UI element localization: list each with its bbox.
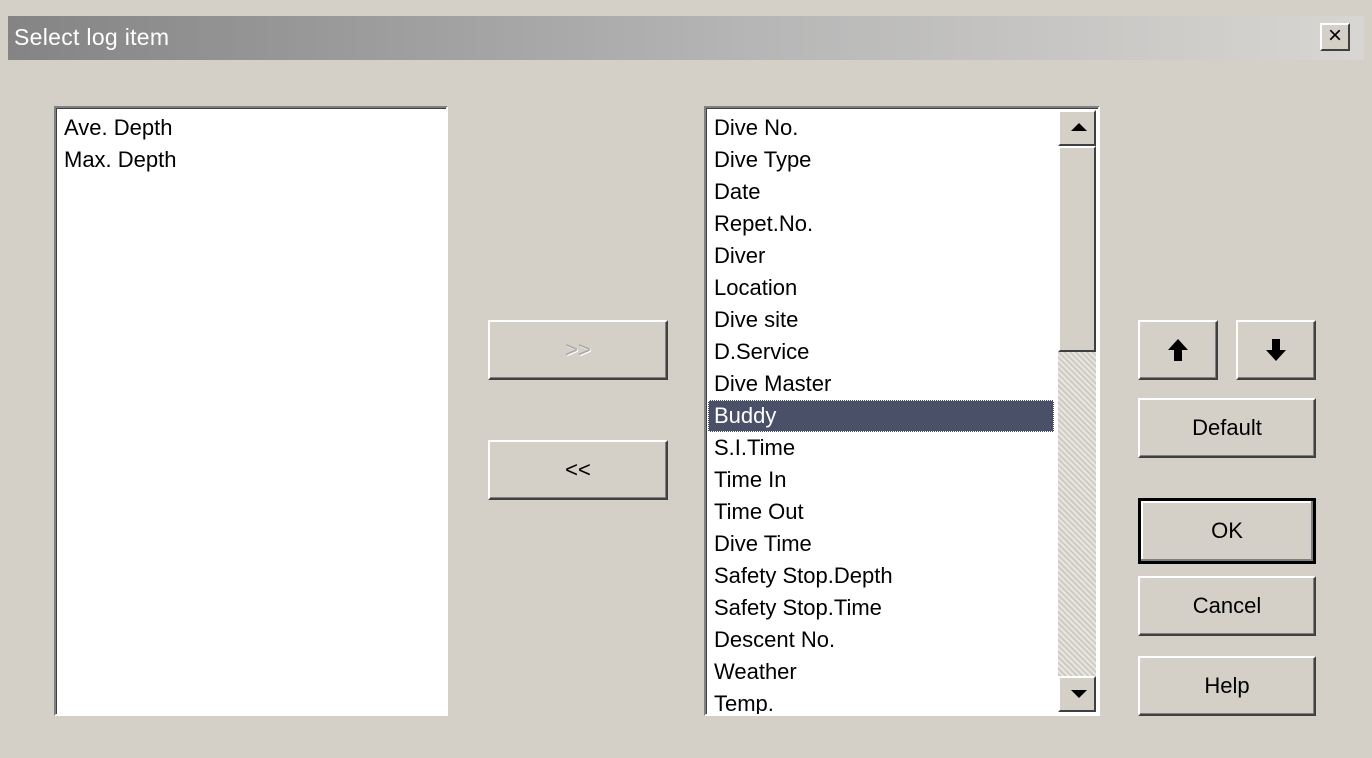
ok-button[interactable]: OK <box>1138 498 1316 564</box>
list-item[interactable]: Date <box>708 176 1054 208</box>
list-item[interactable]: Dive site <box>708 304 1054 336</box>
list-item[interactable]: Descent No. <box>708 624 1054 656</box>
default-button[interactable]: Default <box>1138 398 1316 458</box>
list-item[interactable]: Dive Master <box>708 368 1054 400</box>
list-item[interactable]: Location <box>708 272 1054 304</box>
scroll-up-button[interactable] <box>1058 110 1096 146</box>
scroll-thumb[interactable] <box>1058 146 1096 352</box>
list-item[interactable]: Temp. <box>708 688 1054 714</box>
list-item[interactable]: Time Out <box>708 496 1054 528</box>
list-item[interactable]: Dive No. <box>708 112 1054 144</box>
list-item[interactable]: D.Service <box>708 336 1054 368</box>
list-item[interactable]: Safety Stop.Time <box>708 592 1054 624</box>
scroll-down-icon <box>1071 690 1087 698</box>
scroll-up-icon <box>1071 123 1087 131</box>
list-item[interactable]: Weather <box>708 656 1054 688</box>
list-item[interactable]: Time In <box>708 464 1054 496</box>
window-title: Select log item <box>14 24 170 50</box>
arrow-up-icon <box>1168 339 1188 361</box>
close-button[interactable]: × <box>1320 23 1350 51</box>
help-button[interactable]: Help <box>1138 656 1316 716</box>
title-bar[interactable]: Select log item × <box>8 16 1364 60</box>
add-button[interactable]: >> <box>488 320 668 380</box>
list-item[interactable]: Ave. Depth <box>58 112 177 144</box>
list-item-selected[interactable]: Buddy <box>708 400 1054 432</box>
select-log-item-dialog: Select log item × Ave. Depth Max. Depth … <box>8 16 1364 756</box>
vertical-scrollbar[interactable] <box>1058 110 1096 712</box>
list-item[interactable]: Repet.No. <box>708 208 1054 240</box>
move-up-button[interactable] <box>1138 320 1218 380</box>
list-item[interactable]: S.I.Time <box>708 432 1054 464</box>
list-item[interactable]: Dive Time <box>708 528 1054 560</box>
list-item[interactable]: Dive Type <box>708 144 1054 176</box>
arrow-down-icon <box>1266 339 1286 361</box>
move-down-button[interactable] <box>1236 320 1316 380</box>
scroll-down-button[interactable] <box>1058 676 1096 712</box>
list-item[interactable]: Max. Depth <box>58 144 177 176</box>
selected-items-list[interactable]: Ave. Depth Max. Depth <box>54 106 448 716</box>
close-icon: × <box>1327 22 1342 49</box>
available-items-list[interactable]: Dive No. Dive Type Date Repet.No. Diver … <box>704 106 1100 716</box>
cancel-button[interactable]: Cancel <box>1138 576 1316 636</box>
list-item[interactable]: Diver <box>708 240 1054 272</box>
remove-button[interactable]: << <box>488 440 668 500</box>
list-item[interactable]: Safety Stop.Depth <box>708 560 1054 592</box>
